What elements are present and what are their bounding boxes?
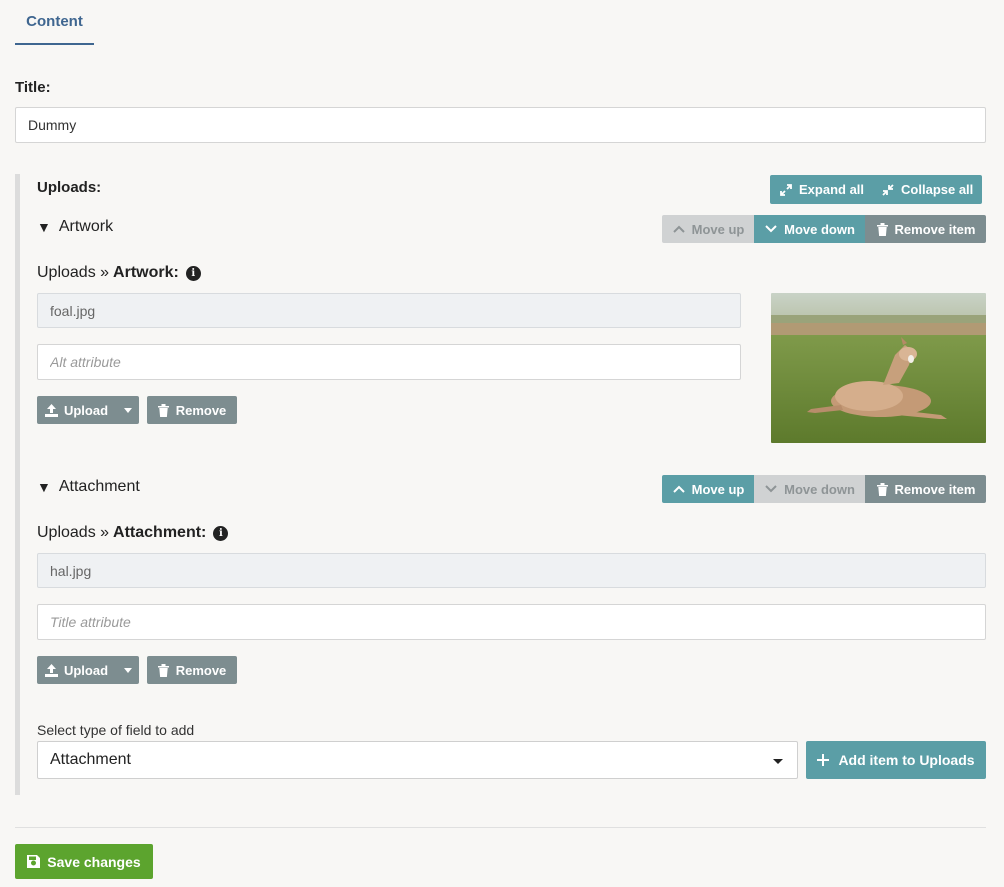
upload-icon [44,663,58,677]
remove-label: Remove [175,662,227,678]
footer-divider [15,827,986,828]
caret-down-icon [123,407,132,413]
crumb-field: Artwork: [113,264,179,281]
save-changes-label: Save changes [47,853,141,870]
image-thumbnail[interactable] [771,293,986,443]
remove-file-button[interactable]: Remove [147,656,237,684]
move-down-button[interactable]: Move down [754,215,865,243]
expand-all-label: Expand all [799,182,865,197]
move-down-label: Move down [784,481,855,497]
title-label: Title: [15,79,51,96]
remove-item-button[interactable]: Remove item [865,475,986,503]
item-title: Attachment [58,478,140,495]
upload-dropdown-toggle[interactable] [115,396,139,424]
move-up-button[interactable]: Move up [662,215,754,243]
info-icon[interactable]: i [213,525,229,541]
item-title: Artwork [58,218,114,235]
expand-icon [780,183,792,196]
filename-field[interactable] [37,293,741,328]
remove-item-label: Remove item [894,481,976,497]
chevron-down-icon [765,225,777,233]
tab-content[interactable]: Content [15,0,94,45]
trash-icon [876,222,888,236]
expanded-triangle-icon: ▼ [37,479,51,495]
upload-label: Upload [63,662,109,678]
upload-label: Upload [63,402,109,418]
chevron-down-icon [765,485,777,493]
filename-field[interactable] [37,553,986,588]
move-up-label: Move up [691,481,745,497]
floppy-disk-icon [27,855,41,868]
upload-button-group: Upload [37,396,139,424]
field-breadcrumb-attachment: Uploads » Attachment: i [37,524,229,542]
crumb-field: Attachment: [113,524,207,541]
crumb-prefix: Uploads » [37,264,110,281]
add-field-label: Select type of field to add [37,722,195,738]
chevron-up-icon [672,225,685,233]
remove-file-button[interactable]: Remove [147,396,237,424]
title-attribute-input[interactable] [37,604,986,640]
collapse-all-button[interactable]: Collapse all [872,175,983,204]
plus-icon [817,754,830,766]
section-indent-bar [15,174,20,795]
remove-item-button[interactable]: Remove item [865,215,986,243]
foal-photo [771,293,986,443]
move-down-label: Move down [784,221,855,237]
item-actions-artwork: Move up Move down Remove item [662,215,986,243]
chevron-up-icon [672,485,685,493]
trash-icon [157,403,169,417]
move-down-button[interactable]: Move down [754,475,865,503]
select-value: Attachment [50,751,131,768]
expand-collapse-group: Expand all Collapse all [770,175,983,204]
remove-item-label: Remove item [894,221,976,237]
upload-button[interactable]: Upload [37,396,115,424]
trash-icon [157,663,169,677]
field-type-select[interactable]: Attachment [37,741,798,779]
uploads-label: Uploads: [37,179,102,196]
move-up-button[interactable]: Move up [662,475,754,503]
move-up-label: Move up [691,221,745,237]
alt-attribute-input[interactable] [37,344,741,380]
remove-label: Remove [175,402,227,418]
caret-down-icon [123,667,132,673]
collapse-all-label: Collapse all [901,182,974,197]
add-item-button[interactable]: Add item to Uploads [806,741,986,779]
title-input[interactable] [15,107,986,143]
upload-button[interactable]: Upload [37,656,115,684]
field-breadcrumb-artwork: Uploads » Artwork: i [37,264,201,282]
item-actions-attachment: Move up Move down Remove item [662,475,986,503]
expanded-triangle-icon: ▼ [37,219,51,235]
save-changes-button[interactable]: Save changes [15,844,153,879]
item-header-attachment[interactable]: ▼ Attachment [37,478,140,496]
upload-button-group: Upload [37,656,139,684]
collapse-icon [882,183,894,196]
expand-all-button[interactable]: Expand all [770,175,873,204]
info-icon[interactable]: i [185,265,201,281]
caret-down-icon [773,759,783,764]
item-header-artwork[interactable]: ▼ Artwork [37,218,113,236]
upload-icon [44,403,58,417]
trash-icon [876,482,888,496]
crumb-prefix: Uploads » [37,524,110,541]
upload-dropdown-toggle[interactable] [115,656,139,684]
add-item-label: Add item to Uploads [838,752,975,768]
